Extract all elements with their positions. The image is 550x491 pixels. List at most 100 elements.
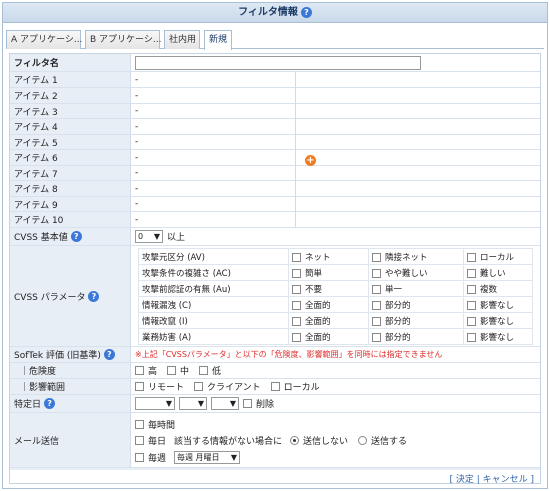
mail-weekly-checkbox[interactable] [135,453,144,462]
scope-label: ｜影響範囲 [10,379,131,394]
tab-app-a[interactable]: A アプリケーシ... [6,30,82,49]
option-label: ローカル [283,383,320,393]
checkbox[interactable] [372,284,381,294]
item-label: アイテム 2 [10,88,131,103]
cvss-params-label: CVSS パラメータ? [10,246,131,346]
mail-weekly-label: 毎週 [148,454,167,464]
checkbox[interactable] [292,252,301,262]
option-label: 不要 [305,284,323,295]
weekday-select[interactable]: 毎週 月曜日 ▼ [174,451,241,464]
cvss-param-option[interactable]: 部分的 [368,296,464,313]
cvss-param-option[interactable]: やや難しい [368,264,464,281]
tab-internal[interactable]: 社内用 [164,30,200,49]
item-row-2: アイテム 2- [10,88,540,104]
cvss-param-option[interactable]: 部分的 [368,328,464,345]
checkbox[interactable] [372,300,381,310]
checkbox[interactable] [372,332,381,342]
cvss-param-option[interactable]: 隣接ネット [368,248,464,265]
cvss-param-option[interactable]: 影響なし [463,328,533,345]
cvss-param-option[interactable]: 影響なし [463,296,533,313]
help-icon[interactable]: ? [103,349,115,360]
cvss-param-option[interactable]: 部分的 [368,312,464,329]
filter-name-row: フィルタ名 [10,54,540,72]
cvss-param-option[interactable]: ローカル [463,248,533,265]
option-label: 全面的 [305,332,331,343]
scope-local-checkbox[interactable] [270,382,280,391]
date-row: 特定日? ▼ ▼ ▼ 削除 [10,395,540,413]
option-label: 単一 [385,284,403,295]
item-value: - [135,199,139,209]
scope-remote-checkbox[interactable] [135,382,144,391]
checkbox[interactable] [467,332,476,342]
no-send-radio[interactable] [290,436,300,445]
cvss-param-option[interactable]: 複数 [463,280,533,297]
filter-info-panel: フィルタ情報? A アプリケーシ... B アプリケーシ... 社内用 新規 フ… [2,2,548,489]
checkbox[interactable] [467,284,476,294]
softek-label: SofTek 評価 (旧基準)? [10,347,131,362]
scope-client-checkbox[interactable] [194,382,204,391]
send-radio[interactable] [358,436,368,445]
mail-daily-checkbox[interactable] [135,436,144,445]
checkbox[interactable] [467,252,476,262]
cvss-param-option[interactable]: 全面的 [288,328,369,345]
risk-low-checkbox[interactable] [199,366,209,375]
tab-app-b[interactable]: B アプリケーシ... [85,30,161,49]
date-delete-checkbox[interactable] [243,399,252,408]
item-value: - [135,121,139,132]
date-month-select[interactable]: ▼ [179,397,207,410]
no-send-label: 送信しない [303,437,349,447]
filter-name-label: フィルタ名 [10,54,131,71]
checkbox[interactable] [467,316,476,326]
item-label: アイテム 6 [10,150,131,165]
checkbox[interactable] [292,332,301,342]
risk-high-checkbox[interactable] [135,366,144,375]
date-delete-label: 削除 [256,400,275,410]
checkbox[interactable] [467,300,476,310]
help-icon[interactable]: ? [88,290,100,302]
footer-divider [10,468,540,470]
checkbox[interactable] [372,316,381,326]
chevron-down-icon: ▼ [229,399,236,408]
mail-weekly-line: 毎週 毎週 月曜日 ▼ [135,449,540,466]
risk-mid-checkbox[interactable] [167,366,177,375]
ok-link[interactable]: 決定 [456,475,474,485]
cvss-base-select[interactable]: 0 ▼ [135,230,163,243]
item-row-9: アイテム 9- [10,197,540,212]
item-row-10: アイテム 10- [10,212,540,228]
cvss-param-option[interactable]: 難しい [463,264,533,281]
tab-new[interactable]: 新規 [204,30,232,50]
date-year-select[interactable]: ▼ [135,397,175,410]
cvss-param-option[interactable]: 全面的 [288,296,369,313]
checkbox[interactable] [292,300,301,310]
checkbox[interactable] [372,252,381,262]
checkbox[interactable] [372,268,381,278]
footer-actions: [ 決定 | キャンセル ] [449,475,534,485]
cancel-link[interactable]: キャンセル [483,475,528,485]
help-icon[interactable]: ? [300,6,312,18]
item-value: - [135,74,139,85]
cvss-param-name: 攻撃元区分 (AV) [138,248,289,265]
cvss-param-option[interactable]: 不要 [288,280,369,297]
cvss-param-name: 情報漏洩 (C) [138,296,289,313]
cvss-param-name: 攻撃条件の複雑さ (AC) [138,264,289,281]
send-label: 送信する [371,437,408,447]
cvss-param-option[interactable]: ネット [288,248,369,265]
checkbox[interactable] [292,284,301,294]
cvss-param-option[interactable]: 単一 [368,280,464,297]
cvss-param-option[interactable]: 影響なし [463,312,533,329]
item-row-6: アイテム 6- [10,150,540,166]
help-icon[interactable]: ? [44,398,56,409]
item-value: - [135,152,139,163]
cvss-param-option[interactable]: 全面的 [288,312,369,329]
checkbox[interactable] [292,268,301,278]
cvss-param-option[interactable]: 簡単 [288,264,369,281]
checkbox[interactable] [292,316,301,326]
add-item-icon[interactable]: + [305,155,316,166]
help-icon[interactable]: ? [70,231,82,242]
mail-hourly-checkbox[interactable] [135,419,144,429]
filter-name-input[interactable] [135,55,421,70]
date-day-select[interactable]: ▼ [211,397,239,410]
option-label: クライアント [207,383,261,393]
checkbox[interactable] [467,268,476,278]
softek-row: SofTek 評価 (旧基準)? ※上記「CVSSパラメータ」と以下の「危険度、… [10,347,540,363]
